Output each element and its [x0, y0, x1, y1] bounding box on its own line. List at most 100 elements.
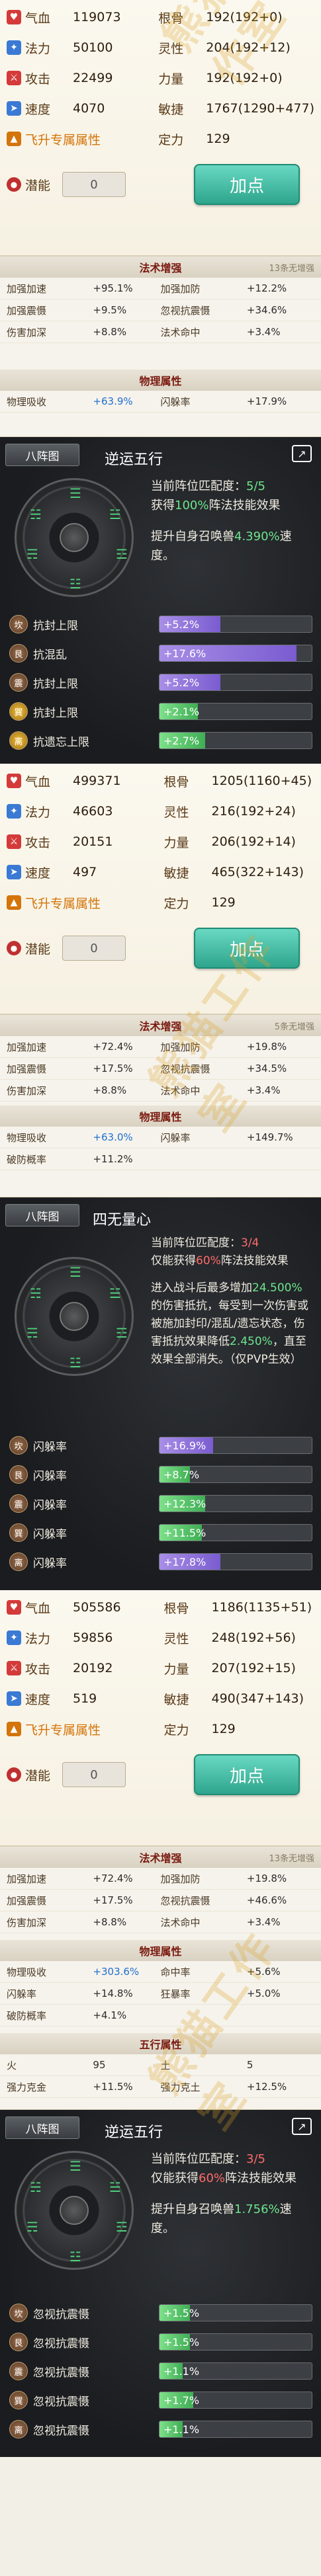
stat-spd: ➤ 速度 497 [7, 860, 158, 884]
trigram-icon: ☴ [26, 1325, 38, 1341]
trigram-icon: ☲ [116, 1325, 128, 1341]
formation-tab[interactable]: 八阵图 [5, 2116, 79, 2139]
add-point-button[interactable]: 加点 [194, 1754, 300, 1795]
table-row: 强力克金 +11.5% 强力克土 +12.5% [0, 2076, 321, 2098]
slot-bar-value: +1.7% [163, 2394, 200, 2407]
slot-bar-value: +1.5% [163, 2336, 200, 2349]
stat-atk: ⚔ 攻击 20192 [7, 1656, 158, 1680]
formation-desc: 当前阵位匹配度：3/5 仅能获得60%阵法技能效果 提升自身召唤兽1.756%速… [151, 2152, 297, 2235]
formation-desc: 当前阵位匹配度：3/4 仅能获得60%阵法技能效果 进入战斗后最多增加24.50… [151, 1236, 308, 1366]
trigram-icon: ☳ [69, 1355, 81, 1371]
formation-tab[interactable]: 八阵图 [5, 1204, 79, 1227]
table-row: 加强震慑 +17.5% 忽视抗震慑 +34.5% [0, 1058, 321, 1080]
mana-icon: ✦ [7, 40, 21, 55]
add-point-button[interactable]: 加点 [194, 928, 300, 969]
table-row: 破防概率 +4.1% [0, 2005, 321, 2027]
formation-wheel: ☰ ☱ ☲ ☳ ☴ ☵ [15, 478, 134, 597]
stat-mp: ✦ 法力 50100 [7, 36, 152, 60]
potential-value: 0 [62, 936, 126, 961]
sword-icon: ⚔ [7, 1661, 21, 1675]
slot-bar-value: +1.1% [163, 2365, 200, 2378]
slot-orb-icon: 离 [9, 2420, 28, 2438]
mana-icon: ✦ [7, 1630, 21, 1645]
fly-icon: ▲ [7, 132, 21, 146]
formation-slot-row: 震闪躲率 [9, 1494, 132, 1513]
table-row: 闪躲率 +14.8% 狂暴率 +5.0% [0, 1983, 321, 2005]
stat-gen: 根骨 1186(1135+51) [163, 1600, 312, 1616]
stats-panel-3: ♥ 气血 505586 根骨 1186(1135+51) ✦ 法力 59856 灵性 248… [0, 1590, 321, 1847]
stat-str: 力量 192(192+0) [158, 71, 283, 87]
slot-attr-name: 忽视抗震慑 [33, 2395, 89, 2409]
table-row: 伤害加深 +8.8% 法术命中 +3.4% [0, 1080, 321, 1102]
trigram-icon: ☵ [30, 1285, 42, 1301]
table-row: 加强加速 +72.4% 加强加防 +19.8% [0, 1036, 321, 1058]
trigram-icon: ☲ [116, 2219, 128, 2235]
potential-row: ● 潜能 0 加点 [7, 1754, 314, 1795]
attr-table-3: 法术增强 13条无增强 加强加速 +72.4% 加强加防 +19.8% 加强震慑 +17.… [0, 1847, 321, 2110]
slot-bar-value: +16.9% [163, 1439, 206, 1452]
share-icon[interactable]: ↗ [292, 2118, 312, 2135]
table-row: 伤害加深 +8.8% 法术命中 +3.4% [0, 1912, 321, 1933]
slot-orb-icon: 坎 [9, 2304, 28, 2322]
slot-orb-icon: 震 [9, 673, 28, 692]
stat-ding: 定力 129 [163, 895, 236, 911]
stat-ling: 灵性 248(192+56) [163, 1630, 296, 1646]
potential-value: 0 [62, 1762, 126, 1787]
share-icon[interactable]: ↗ [292, 445, 312, 462]
formation-slot-row: 艮抗混乱 [9, 643, 132, 663]
formation-wheel: ☰ ☱ ☲ ☳ ☴ ☵ [15, 1257, 134, 1376]
slot-orb-icon: 坎 [9, 615, 28, 633]
slot-attr-name: 闪躲率 [33, 1498, 67, 1512]
wheel-center [60, 523, 89, 552]
add-point-button[interactable]: 加点 [194, 164, 300, 205]
heart-icon: ♥ [7, 1600, 21, 1615]
trigram-icon: ☱ [109, 1285, 121, 1301]
trigram-icon: ☲ [116, 546, 128, 562]
formation-slot-row: 巽忽视抗震慑 [9, 2390, 132, 2410]
table-header: 法术增强 5条无增强 [0, 1015, 321, 1036]
speed-icon: ➤ [7, 101, 21, 116]
trigram-icon: ☳ [69, 2249, 81, 2265]
slot-value-bar: +2.7% [159, 732, 312, 749]
stat-mp: ✦ 法力 46603 [7, 799, 158, 823]
trigram-icon: ☱ [109, 506, 121, 522]
stat-str: 力量 207(192+15) [163, 1661, 296, 1677]
formation-slot-row: 坎抗封上限 [9, 614, 132, 634]
slot-orb-icon: 震 [9, 1494, 28, 1513]
slot-attr-name: 抗封上限 [33, 706, 78, 720]
potential-icon: ● [7, 1767, 21, 1782]
trigram-icon: ☰ [69, 485, 81, 501]
slot-attr-name: 抗混乱 [33, 648, 67, 662]
slot-value-bar: +12.3% [159, 1495, 312, 1512]
stat-hp: ♥ 气血 505586 [7, 1595, 158, 1619]
trigram-icon: ☰ [69, 2158, 81, 2174]
mana-icon: ✦ [7, 804, 21, 819]
slot-value-bar: +1.5% [159, 2304, 312, 2321]
potential-value: 0 [62, 172, 126, 197]
potential-row: ● 潜能 0 加点 [7, 164, 314, 205]
trigram-icon: ☳ [69, 576, 81, 592]
formation-slot-row: 巽抗封上限 [9, 702, 132, 721]
slot-value-bar: +11.5% [159, 1524, 312, 1541]
stat-agi: 敏捷 465(322+143) [163, 865, 304, 881]
slot-bar-value: +5.2% [163, 676, 200, 689]
slot-value-bar: +5.2% [159, 616, 312, 633]
stat-agi: 敏捷 490(347+143) [163, 1691, 304, 1707]
stat-hp: ♥ 气血 119073 [7, 5, 152, 29]
formation-slot-row: 巽闪躲率 [9, 1523, 132, 1543]
slot-bar-value: +2.7% [163, 735, 200, 747]
formation-slot-row: 艮忽视抗震慑 [9, 2332, 132, 2352]
stat-hp: ♥ 气血 499371 [7, 769, 158, 793]
formation-panel-3: 八阵图 逆运五行 ↗ ☰ ☱ ☲ ☳ ☴ ☵ 当前阵位匹配度：3/5 仅能获得6… [0, 2110, 321, 2457]
slot-attr-name: 忽视抗震慑 [33, 2308, 89, 2321]
slot-value-bar: +17.8% [159, 1553, 312, 1570]
trigram-icon: ☴ [26, 546, 38, 562]
slot-attr-name: 忽视抗震慑 [33, 2337, 89, 2351]
table-header: 物理属性 [0, 1106, 321, 1127]
trigram-icon: ☵ [30, 506, 42, 522]
slot-attr-name: 抗封上限 [33, 677, 78, 691]
speed-icon: ➤ [7, 865, 21, 879]
slot-attr-name: 忽视抗震慑 [33, 2366, 89, 2380]
table-row: 伤害加深 +8.8% 法术命中 +3.4% [0, 321, 321, 343]
formation-tab[interactable]: 八阵图 [5, 444, 79, 466]
